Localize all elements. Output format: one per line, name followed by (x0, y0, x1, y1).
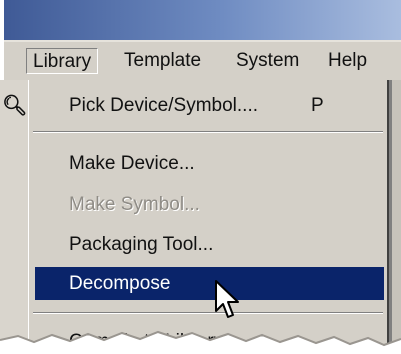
menu-item-make-symbol: Make Symbol... (35, 188, 384, 221)
mouse-pointer-icon (215, 280, 239, 318)
menu-item-label: Pick Device/Symbol.... (69, 95, 258, 116)
menu-template[interactable]: Template (118, 48, 207, 74)
menu-system[interactable]: System (230, 48, 305, 74)
menu-item-packaging-tool[interactable]: Packaging Tool... (35, 228, 384, 261)
menu-separator (33, 312, 383, 314)
zoom-icon[interactable]: 🔍︎ (2, 94, 27, 116)
library-dropdown-menu: Pick Device/Symbol.... P Make Device... … (28, 80, 389, 354)
window-right-edge (390, 80, 401, 354)
menu-bar: Library Template System Help (4, 42, 401, 81)
menu-item-label: Make Device... (69, 153, 195, 174)
menu-item-label: Decompose (69, 273, 171, 294)
menu-library[interactable]: Library (26, 48, 99, 74)
left-toolbar: 🔍︎ (0, 80, 29, 354)
application-window: Library Template System Help 🔍︎ Pick Dev… (0, 0, 401, 354)
window-title-bar (4, 0, 401, 40)
menu-item-shortcut: P (311, 95, 324, 116)
menu-help[interactable]: Help (322, 48, 373, 74)
menu-item-pick-device-symbol[interactable]: Pick Device/Symbol.... P (35, 89, 384, 122)
menu-separator (33, 131, 383, 133)
menu-item-label: Make Symbol... (69, 194, 200, 215)
menu-item-make-device[interactable]: Make Device... (35, 147, 384, 180)
torn-paper-edge (0, 330, 401, 354)
menu-item-label: Packaging Tool... (69, 234, 214, 255)
menu-item-decompose[interactable]: Decompose (35, 267, 384, 300)
